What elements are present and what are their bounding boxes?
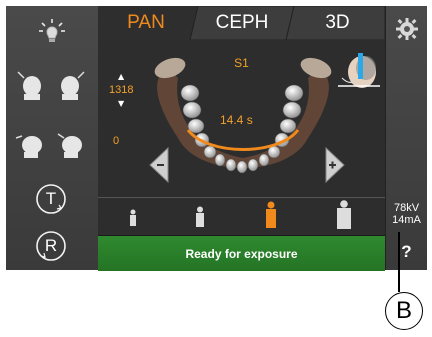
patient-size-large-icon[interactable] — [262, 200, 280, 230]
head-rotate-right-icon[interactable] — [54, 128, 88, 160]
settings-gear-icon[interactable] — [394, 16, 420, 42]
light-icon[interactable] — [36, 16, 68, 48]
separator-line — [98, 197, 385, 198]
r-button[interactable]: R — [34, 229, 68, 263]
help-button[interactable]: ? — [386, 234, 427, 270]
tab-ceph[interactable]: CEPH — [194, 6, 290, 40]
callout-label: B — [385, 292, 423, 330]
right-panel: 78kV 14mA ? — [385, 6, 427, 270]
r-button-label: R — [44, 236, 58, 255]
patient-size-medium-icon[interactable] — [192, 204, 208, 230]
head-tilt-right-icon[interactable] — [54, 68, 88, 100]
height-counter: 1318 — [109, 84, 134, 96]
head-tilt-left-icon[interactable] — [14, 68, 48, 100]
head-rotate-left-icon[interactable] — [14, 128, 48, 160]
xray-control-panel: T R PAN CEPH 3D S1 ▲ 1318 ▼ 0 14.4 s Rea… — [6, 6, 427, 271]
offset-counter: 0 — [113, 135, 120, 147]
t-button[interactable]: T — [34, 182, 68, 216]
status-bar: Ready for exposure — [98, 235, 385, 271]
left-control-panel: T R — [6, 6, 99, 270]
status-text: Ready for exposure — [185, 246, 298, 261]
patient-size-small-icon[interactable] — [126, 206, 140, 230]
down-arrow-icon[interactable]: ▼ — [118, 99, 124, 108]
tab-3d[interactable]: 3D — [290, 6, 385, 40]
plus-button-icon[interactable] — [324, 146, 346, 184]
head-position-icon[interactable] — [334, 48, 382, 100]
callout-leader-line — [398, 232, 400, 292]
t-button-label: T — [45, 189, 57, 208]
ma-value: 14mA — [392, 214, 421, 226]
center-display: PAN CEPH 3D S1 ▲ 1318 ▼ 0 14.4 s Ready f… — [98, 6, 385, 271]
minus-button-icon[interactable] — [148, 146, 170, 184]
tab-pan[interactable]: PAN — [98, 6, 194, 40]
exposure-values: 78kV 14mA — [386, 202, 427, 226]
patient-size-xlarge-icon[interactable] — [334, 199, 354, 231]
exposure-time: 14.4 s — [220, 113, 253, 127]
up-arrow-icon[interactable]: ▲ — [118, 72, 124, 81]
kv-value: 78kV — [393, 202, 420, 214]
